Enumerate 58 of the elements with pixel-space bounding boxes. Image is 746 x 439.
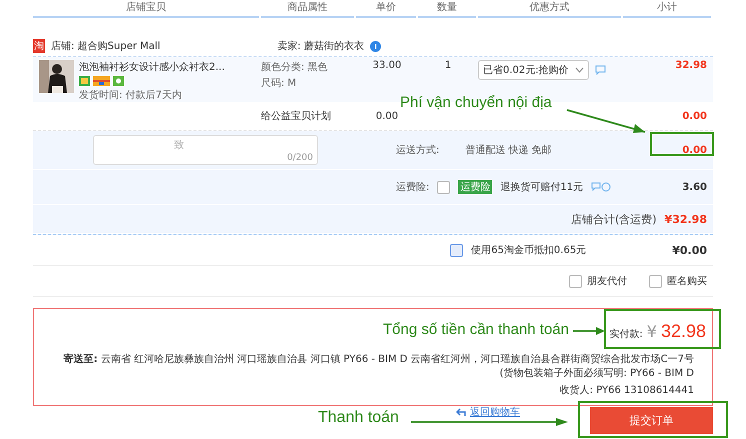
coin-amount: ¥0.00 [672,244,707,256]
flower-icon [113,76,124,86]
paid-label: 实付款: [609,328,643,341]
seller-name: 卖家: 蘑菇街的衣衣 [277,40,364,53]
column-header: 优惠方式 [478,0,621,18]
insurance-label: 运费险: [396,180,430,194]
coin-label: 使用65淘金币抵扣0.65元 [471,244,586,257]
store-total: ¥32.98 [664,212,707,226]
product-attribute: 颜色分类: 黑色 [261,60,329,74]
column-header: 小计 [623,0,711,18]
highlight-frame [650,132,714,156]
comment-icon[interactable] [594,65,606,75]
shipping-fee: 0.00 [682,144,707,156]
quantity: 1 [444,60,452,71]
unit-price: 33.00 [372,60,402,71]
store-name: 店铺: 超合购Super Mall [51,40,160,53]
badge-icon [370,40,381,52]
column-header: 单价 [356,0,416,18]
card-icon [93,76,110,86]
product-attribute: 尺码: M [261,77,298,90]
column-header: 商品属性 [261,0,354,18]
chevron-down-icon [574,67,584,73]
annotation-text: Tổng số tiền cần thanh toán [383,321,569,338]
delivery-time: 发货时间: 付款后7天内 [79,88,183,102]
store-logo: 淘 [33,39,45,53]
insurance-text: 退换货可赔付11元 [500,180,584,194]
option-label: 朋友代付 [587,275,627,288]
discount-select[interactable]: 已省0.02元:抢购价 [478,60,589,80]
product-title[interactable]: 泡泡袖衬衫女设计感小众衬衣2... [79,60,225,74]
service-icon [79,76,90,86]
subtotal: 32.98 [674,60,708,71]
annotation-arrow [572,326,606,336]
annotation-text: Thanh toán [318,409,399,427]
submit-order-button[interactable]: 提交订单 [590,407,713,434]
shipping-address: 寄送至: 云南省 红河哈尼族彝族自治州 河口瑶族自治县 河口镇 PY66 - BIM D 云南省红河州，河口瑶族自治县合群街商贸综合批发市场C一7号 (货物包装箱子外面必须写明: PY66 - BIM D [62,353,694,381]
option-label: 匿名购买 [667,275,707,288]
annotation-text: Phí vận chuyển nội địa [400,94,552,111]
checkbox[interactable] [569,274,582,288]
back-to-cart-link[interactable]: 返回购物车 [456,407,520,418]
character-counter: 0/200 [287,153,313,163]
coin-checkbox[interactable] [450,244,464,256]
store-total-label: 店铺合计(含运费) [570,212,657,226]
paid-amount: 32.98 [660,321,706,342]
shipping-method: 普通配送 快递 免邮 [465,144,552,157]
charity-subtotal: 0.00 [681,110,708,122]
insurance-fee: 3.60 [682,182,707,192]
charity-label: 给公益宝贝计划 [261,110,332,123]
currency-symbol: ¥ [646,322,657,341]
help-icon[interactable] [591,182,612,192]
back-arrow-icon [456,408,466,417]
recipient: 收货人: PY66 13108614441 [560,384,694,397]
shipping-label: 运送方式: [396,144,440,157]
insurance-checkbox[interactable] [437,180,450,194]
charity-price: 0.00 [374,110,400,122]
column-header: 数量 [418,0,476,18]
checkbox[interactable] [649,274,662,288]
column-header: 店铺宝贝 [33,0,259,18]
insurance-tag: 运费险 [458,180,492,194]
